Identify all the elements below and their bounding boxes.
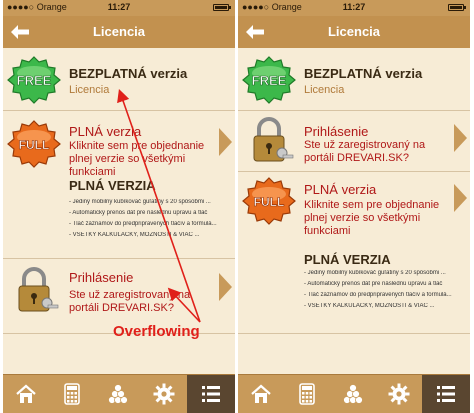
chevron-right-icon [219, 273, 232, 301]
gear-icon [388, 383, 410, 405]
login-title: Prihlásenie [304, 124, 369, 139]
battery-icon [448, 4, 466, 11]
tab-settings[interactable] [141, 375, 187, 413]
nav-bar: Licencia [3, 16, 235, 48]
tab-home[interactable] [238, 375, 284, 413]
full-version-section-title: PLNÁ VERZIA [69, 178, 156, 193]
svg-text:FULL: FULL [19, 138, 50, 152]
page-title: Licencia [92, 24, 146, 39]
tab-settings[interactable] [376, 375, 422, 413]
feature-item: - VŠETKY KALKULAČKY, MOŽNOSTI & VIAC ... [304, 303, 435, 309]
login-title: Prihlásenie [69, 270, 134, 285]
full-version-subtitle: Kliknite sem pre objednanie plnej verzie… [304, 199, 440, 237]
tab-wood[interactable] [95, 375, 141, 413]
free-version-title: BEZPLATNÁ verzia [69, 66, 188, 81]
full-version-row[interactable]: FULL PLNÁ verzia Kliknite sem pre objedn… [3, 111, 235, 259]
chevron-right-icon [454, 184, 467, 212]
clock: 11:27 [342, 2, 366, 12]
phone-screen-left: ●●●●○ Orange 11:27 Licencia FREE BEZPLAT… [3, 0, 235, 413]
feature-item: - Automatický prenos dát pre následnú úp… [304, 281, 443, 287]
list-icon [435, 383, 457, 405]
wood-logs-icon [107, 383, 129, 405]
lock-key-icon [7, 265, 61, 315]
battery-icon [213, 4, 231, 11]
features-list: - Jediný mobilný kubíkovač guľatiny s 20… [304, 270, 454, 314]
phone-screen-right: ●●●●○ Orange 11:27 Licencia FREE BEZPLAT… [238, 0, 470, 413]
tab-calculator[interactable] [284, 375, 330, 413]
free-version-title: BEZPLATNÁ verzia [304, 66, 423, 81]
free-version-subtitle: Licencia [304, 84, 345, 96]
calculator-icon [296, 383, 318, 405]
feature-item: - Automatický prenos dát pre následnú úp… [69, 210, 208, 216]
svg-text:FREE: FREE [17, 73, 52, 88]
chevron-right-icon [454, 124, 467, 152]
tab-calculator[interactable] [49, 375, 95, 413]
feature-item: - Tlač záznamov do predpripravených tlač… [69, 221, 217, 227]
login-subtitle: Ste už zaregistrovaný na portáli DREVARI… [69, 289, 191, 314]
gear-icon [153, 383, 175, 405]
tab-home[interactable] [3, 375, 49, 413]
home-icon [15, 383, 37, 405]
home-icon [250, 383, 272, 405]
wood-logs-icon [342, 383, 364, 405]
free-version-subtitle: Licencia [69, 84, 110, 96]
full-version-title: PLNÁ verzia [304, 182, 377, 197]
status-bar: ●●●●○ Orange 11:27 [3, 0, 235, 16]
tab-bar [3, 374, 235, 413]
feature-item: - VŠETKY KALKULAČKY, MOŽNOSTI & VIAC ... [69, 232, 200, 238]
lock-key-icon [242, 115, 296, 165]
status-bar: ●●●●○ Orange 11:27 [238, 0, 470, 16]
feature-item: - Tlač záznamov do predpripravených tlač… [304, 292, 452, 298]
tab-menu[interactable] [422, 375, 470, 413]
free-badge-icon: FREE [7, 55, 61, 105]
tab-bar [238, 374, 470, 413]
feature-item: - Jediný mobilný kubíkovač guľatiny s 20… [69, 199, 211, 205]
free-version-row[interactable]: FREE BEZPLATNÁ verzia Licencia [3, 48, 235, 111]
full-badge-icon: FULL [242, 176, 296, 226]
calculator-icon [61, 383, 83, 405]
tab-menu[interactable] [187, 375, 235, 413]
tab-wood[interactable] [330, 375, 376, 413]
page-title: Licencia [327, 24, 381, 39]
full-version-section-title: PLNÁ VERZIA [304, 252, 391, 267]
svg-text:FULL: FULL [254, 195, 285, 209]
list-icon [200, 383, 222, 405]
free-version-row[interactable]: FREE BEZPLATNÁ verzia Licencia [238, 48, 470, 111]
nav-bar: Licencia [238, 16, 470, 48]
login-subtitle: Ste už zaregistrovaný na portáli DREVARI… [304, 139, 426, 164]
svg-text:FREE: FREE [252, 73, 287, 88]
full-version-row[interactable]: FULL PLNÁ verzia Kliknite sem pre objedn… [238, 172, 470, 334]
annotation-label: Overflowing [113, 323, 200, 340]
features-list: - Jediný mobilný kubíkovač guľatiny s 20… [69, 199, 219, 243]
clock: 11:27 [107, 2, 131, 12]
full-version-title: PLNÁ verzia [69, 124, 142, 139]
free-badge-icon: FREE [242, 55, 296, 105]
full-badge-icon: FULL [7, 119, 61, 169]
login-row[interactable]: Prihlásenie Ste už zaregistrovaný na por… [238, 111, 470, 172]
chevron-right-icon [219, 128, 232, 156]
full-version-subtitle: Kliknite sem pre objednanie plnej verzie… [69, 140, 205, 178]
feature-item: - Jediný mobilný kubíkovač guľatiny s 20… [304, 270, 446, 276]
